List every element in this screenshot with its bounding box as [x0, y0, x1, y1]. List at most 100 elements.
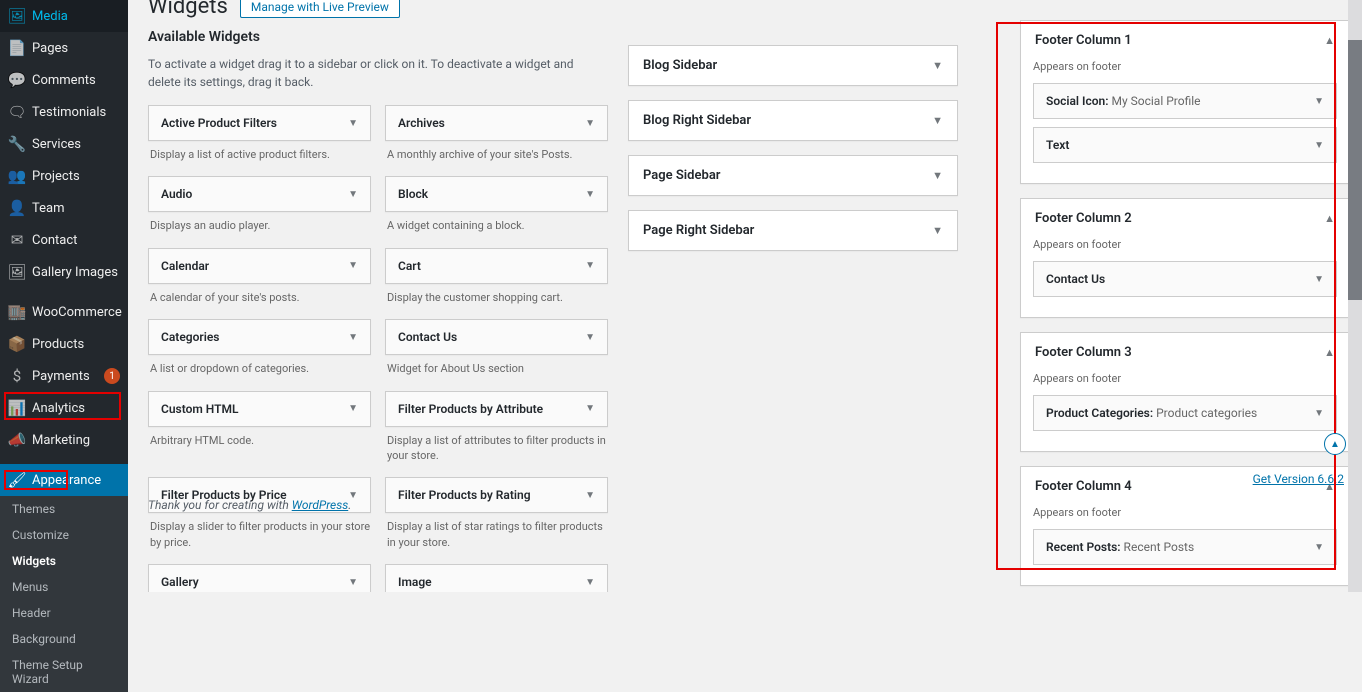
- services-icon: 🔧: [8, 135, 26, 153]
- area-widget[interactable]: Social Icon: My Social Profile▼: [1033, 83, 1337, 119]
- sidebar-item-testimonials[interactable]: 🗨Testimonials: [0, 96, 128, 128]
- area-page-sidebar[interactable]: Page Sidebar▼: [629, 156, 957, 195]
- area-widget[interactable]: Text▼: [1033, 127, 1337, 163]
- pages-icon: 📄: [8, 39, 26, 57]
- sidebar-item-team[interactable]: 👤 Team: [0, 192, 128, 224]
- woo-icon: 🏬: [8, 303, 26, 321]
- area-page-right-sidebar[interactable]: Page Right Sidebar▼: [629, 211, 957, 250]
- widget-desc: A monthly archive of your site's Posts.: [385, 147, 608, 162]
- caret-down-icon: ▼: [1314, 408, 1324, 419]
- sidebar-item-analytics[interactable]: 📊Analytics: [0, 392, 128, 424]
- widget-title: Archives: [398, 116, 585, 130]
- sidebar-item-pages[interactable]: 📄 Pages: [0, 32, 128, 64]
- caret-down-icon: ▼: [932, 59, 943, 72]
- badge: 1: [104, 368, 120, 384]
- widget-desc: Arbitrary HTML code.: [148, 433, 371, 448]
- widget-desc: A list or dropdown of categories.: [148, 361, 371, 376]
- area-widget[interactable]: Product Categories: Product categories▼: [1033, 395, 1337, 431]
- widget-desc: Display a list of active product filters…: [148, 147, 371, 162]
- payments-icon: $: [8, 367, 26, 385]
- sidebar-item-label: Contact: [32, 233, 120, 248]
- sidebar-item-label: Media: [32, 9, 120, 24]
- widget-contact-us[interactable]: Contact Us▼: [385, 319, 608, 355]
- widget-desc: Display a list of attributes to filter p…: [385, 433, 608, 464]
- sidebar-sub-header[interactable]: Header: [0, 600, 128, 626]
- widget-desc: Displays an audio player.: [148, 218, 371, 233]
- caret-down-icon: ▼: [585, 490, 595, 501]
- widget-title: Filter Products by Attribute: [398, 402, 585, 416]
- widget-audio[interactable]: Audio▼: [148, 176, 371, 212]
- sidebar-item-payments[interactable]: $Payments1: [0, 360, 128, 392]
- sidebar-sub-widgets[interactable]: Widgets: [0, 548, 128, 574]
- sidebar-item-products[interactable]: 📦Products: [0, 328, 128, 360]
- sidebar-item-appearance[interactable]: 🖌 Appearance: [0, 464, 128, 496]
- area-footer-column-2[interactable]: Footer Column 2▲: [1021, 199, 1349, 238]
- widget-block[interactable]: Block▼: [385, 176, 608, 212]
- widget-categories[interactable]: Categories▼: [148, 319, 371, 355]
- wordpress-link[interactable]: WordPress: [292, 498, 349, 512]
- scrollbar-thumb[interactable]: [1348, 40, 1362, 300]
- widget-desc: A calendar of your site's posts.: [148, 290, 371, 305]
- widget-gallery[interactable]: Gallery▼: [148, 564, 371, 592]
- caret-down-icon: ▼: [348, 260, 358, 271]
- area-widget-label: Social Icon: My Social Profile: [1046, 94, 1314, 108]
- caret-down-icon: ▼: [1314, 542, 1324, 553]
- area-blog-sidebar[interactable]: Blog Sidebar▼: [629, 46, 957, 85]
- sidebar-item-gallery-images[interactable]: 🖼Gallery Images: [0, 256, 128, 288]
- sidebar-sub-menus[interactable]: Menus: [0, 574, 128, 600]
- scroll-top-button[interactable]: ▲: [1324, 433, 1346, 455]
- area-blog-right-sidebar[interactable]: Blog Right Sidebar▼: [629, 101, 957, 140]
- widget-cart[interactable]: Cart▼: [385, 248, 608, 284]
- projects-icon: 👥: [8, 167, 26, 185]
- widget-filter-products-by-rating[interactable]: Filter Products by Rating▼: [385, 477, 608, 513]
- live-preview-button[interactable]: Manage with Live Preview: [240, 0, 400, 18]
- widget-title: Gallery: [161, 575, 348, 589]
- sidebar-item-label: Pages: [32, 41, 120, 56]
- area-footer-column-1[interactable]: Footer Column 1▲: [1021, 21, 1349, 60]
- sidebar-item-contact[interactable]: ✉Contact: [0, 224, 128, 256]
- sidebar-item-label: Appearance: [32, 473, 120, 488]
- area-widget-label: Product Categories: Product categories: [1046, 406, 1314, 420]
- widget-custom-html[interactable]: Custom HTML▼: [148, 391, 371, 427]
- sidebar-item-media[interactable]: 🖼Media: [0, 0, 128, 32]
- widget-title: Active Product Filters: [161, 116, 348, 130]
- widget-desc: Widget for About Us section: [385, 361, 608, 376]
- area-title: Blog Sidebar: [643, 58, 932, 73]
- analytics-icon: 📊: [8, 399, 26, 417]
- caret-down-icon: ▼: [1314, 96, 1324, 107]
- sidebar-sub-background[interactable]: Background: [0, 626, 128, 652]
- sidebar-item-services[interactable]: 🔧Services: [0, 128, 128, 160]
- caret-down-icon: ▼: [585, 260, 595, 271]
- area-widget[interactable]: Contact Us▼: [1033, 261, 1337, 297]
- widget-active-product-filters[interactable]: Active Product Filters▼: [148, 105, 371, 141]
- testimonials-icon: 🗨: [8, 103, 26, 121]
- sidebar-sub-theme-setup-wizard[interactable]: Theme Setup Wizard: [0, 652, 128, 692]
- sidebar-item-label: Team: [32, 201, 120, 216]
- main-content: Widgets Manage with Live Preview Availab…: [128, 0, 1362, 592]
- available-widgets-help: To activate a widget drag it to a sideba…: [148, 55, 608, 91]
- caret-down-icon: ▼: [585, 403, 595, 414]
- version-link[interactable]: Get Version 6.6.2: [1253, 472, 1344, 486]
- caret-down-icon: ▼: [932, 224, 943, 237]
- admin-sidebar: 🖼Media 📄 Pages 💬Comments🗨Testimonials🔧Servi…: [0, 0, 128, 592]
- sidebar-item-projects[interactable]: 👥Projects: [0, 160, 128, 192]
- sidebar-item-marketing[interactable]: 📣Marketing: [0, 424, 128, 456]
- area-title: Footer Column 1: [1035, 33, 1324, 48]
- sidebar-item-comments[interactable]: 💬Comments: [0, 64, 128, 96]
- area-widget[interactable]: Recent Posts: Recent Posts▼: [1033, 529, 1337, 565]
- area-footer-column-3[interactable]: Footer Column 3▲: [1021, 333, 1349, 372]
- appearance-icon: 🖌: [8, 471, 26, 489]
- widget-filter-products-by-attribute[interactable]: Filter Products by Attribute▼: [385, 391, 608, 427]
- sidebar-sub-customize[interactable]: Customize: [0, 522, 128, 548]
- area-title: Footer Column 2: [1035, 211, 1324, 226]
- widget-archives[interactable]: Archives▼: [385, 105, 608, 141]
- scrollbar[interactable]: [1348, 0, 1362, 592]
- sidebar-sub-themes[interactable]: Themes: [0, 496, 128, 522]
- area-title: Page Sidebar: [643, 168, 932, 183]
- team-icon: 👤: [8, 199, 26, 217]
- sidebar-item-woocommerce[interactable]: 🏬WooCommerce: [0, 296, 128, 328]
- widget-image[interactable]: Image▼: [385, 564, 608, 592]
- caret-up-icon: ▲: [1324, 212, 1335, 225]
- widget-calendar[interactable]: Calendar▼: [148, 248, 371, 284]
- comments-icon: 💬: [8, 71, 26, 89]
